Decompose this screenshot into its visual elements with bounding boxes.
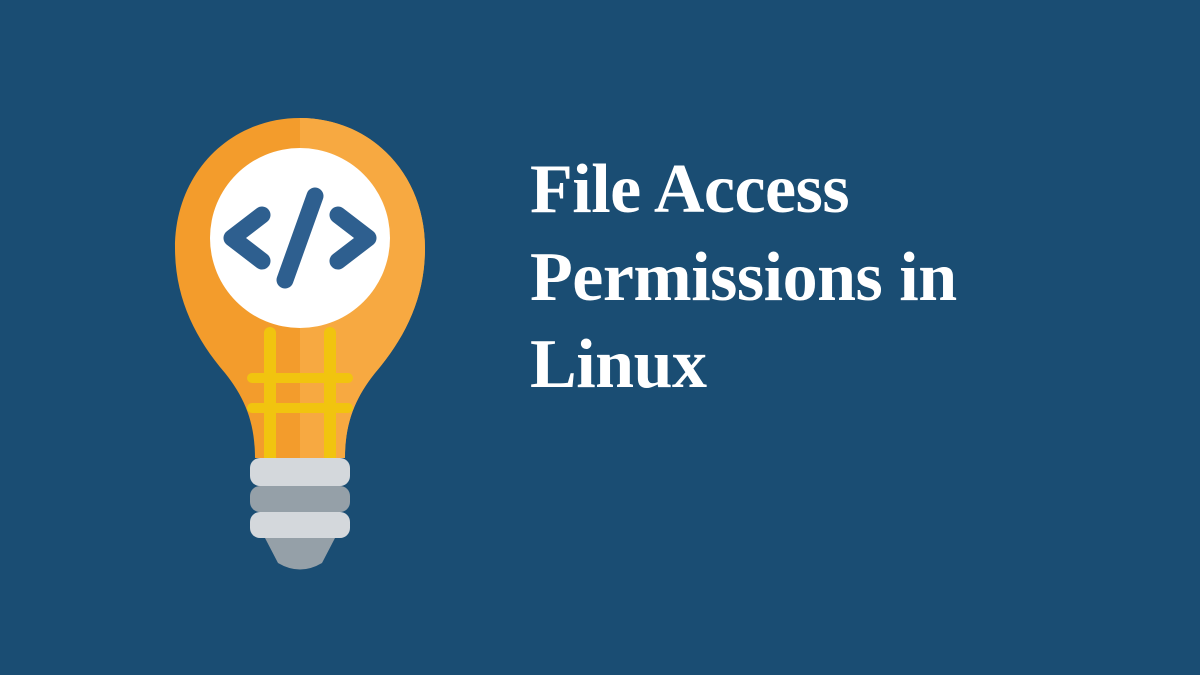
lightbulb-code-icon: [150, 88, 450, 588]
slide-title: File Access Permissions in Linux: [530, 146, 1120, 409]
title-wrapper: File Access Permissions in Linux: [470, 146, 1120, 529]
slide-container: File Access Permissions in Linux: [0, 0, 1200, 675]
bulb-illustration-wrapper: [130, 88, 470, 588]
